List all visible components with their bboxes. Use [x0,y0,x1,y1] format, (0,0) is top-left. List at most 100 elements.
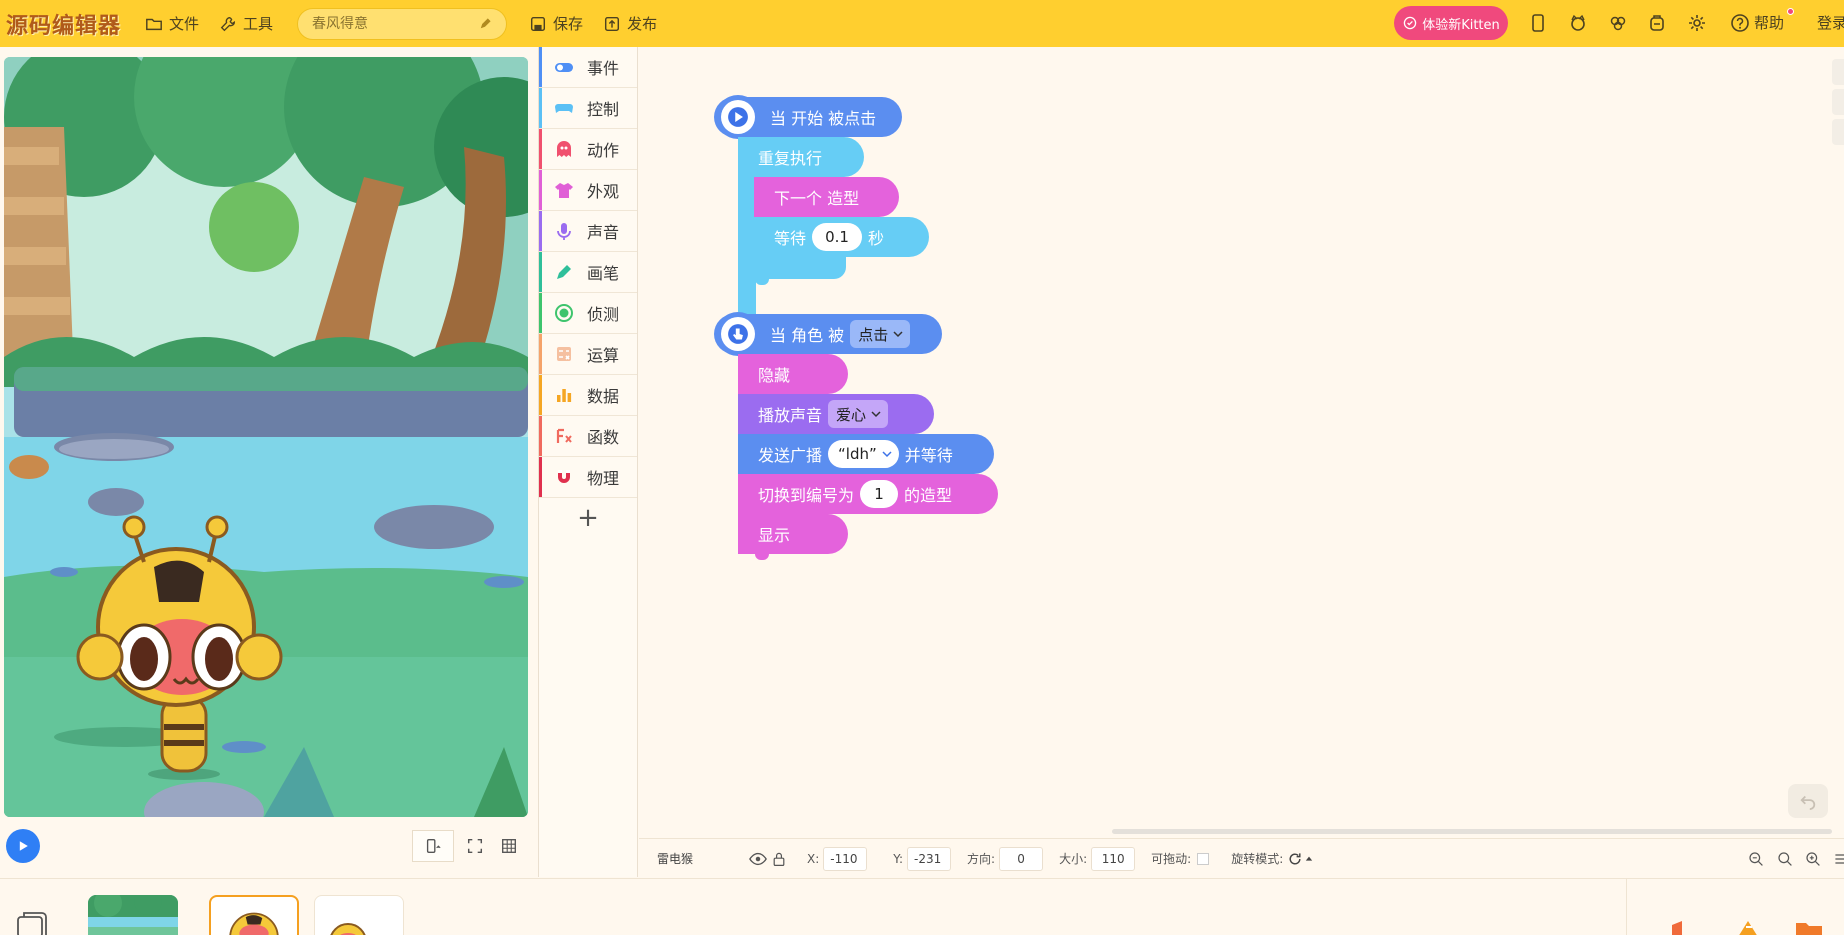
monkey-thumbnail-image [229,912,279,935]
play-sound-block[interactable]: 播放声音 爱心 [738,394,934,434]
x-position-input[interactable]: -110 [823,846,868,871]
category-functions[interactable]: 函数 [539,416,637,457]
shirt-icon [553,179,575,201]
grid-icon [502,839,516,853]
lock-icon[interactable] [771,851,787,867]
rotation-mode-dropdown[interactable] [1287,851,1313,867]
publish-label: 发布 [627,15,658,33]
add-extension-button[interactable]: + [539,498,637,538]
undo-button[interactable] [1788,784,1828,818]
workspace-horizontal-scrollbar[interactable] [1112,829,1832,834]
sound-dropdown[interactable]: 爱心 [828,400,889,428]
category-physics[interactable]: 物理 [539,457,637,498]
publish-button[interactable]: 发布 [603,13,657,34]
tools-menu[interactable]: 工具 [219,13,273,34]
side-tab[interactable] [1832,89,1844,115]
show-block[interactable]: 显示 [738,514,848,554]
stage-library-icon[interactable] [14,909,54,935]
zoom-in-icon[interactable] [1801,847,1825,871]
when-sprite-clicked-block[interactable]: 当 角色 被 点击 [714,312,942,356]
wait-seconds-input[interactable]: 0.1 [812,223,863,251]
category-color-bar [539,170,542,210]
visibility-eye-icon[interactable] [749,850,767,868]
category-label: 事件 [587,59,620,78]
save-button[interactable]: 保存 [529,13,583,34]
side-tab[interactable] [1832,59,1844,85]
category-pen[interactable]: 画笔 [539,252,637,293]
category-looks[interactable]: 外观 [539,170,637,211]
when-start-clicked-block[interactable]: 当 开始 被点击 [714,95,902,139]
project-name-field[interactable] [297,7,508,40]
y-position-input[interactable]: -231 [907,846,952,871]
function-icon [553,425,575,447]
category-color-bar [539,457,542,497]
zoom-out-icon[interactable] [1744,847,1768,871]
category-motion[interactable]: 动作 [539,129,637,170]
category-sound[interactable]: 声音 [539,211,637,252]
stage-canvas[interactable] [4,57,528,817]
wait-seconds-block[interactable]: 等待 0.1 秒 [754,217,929,257]
sprite-thumbnail-selected[interactable] [209,895,299,935]
category-color-bar [539,375,542,415]
try-new-kitten-button[interactable]: 体验新Kitten [1394,6,1508,40]
category-data[interactable]: 数据 [539,375,637,416]
click-event-dropdown[interactable]: 点击 [850,320,911,348]
switch-costume-block[interactable]: 切换到编号为 1 的造型 [738,474,998,514]
hat-icon-ring [716,95,760,139]
save-icon [531,16,546,31]
direction-input[interactable]: 0 [999,846,1044,871]
fullscreen-button[interactable] [458,830,492,862]
costume-index-input[interactable]: 1 [860,480,899,508]
fullscreen-icon [467,838,483,854]
grid-toggle-button[interactable] [492,830,526,862]
paint-icon[interactable] [1734,917,1764,935]
project-name-input[interactable] [312,15,463,32]
cat-face-icon[interactable] [1566,11,1590,35]
x-label: X: [807,851,820,866]
next-costume-block[interactable]: 下一个 造型 [754,177,899,217]
category-operators[interactable]: 运算 [539,334,637,375]
block-text: 当 角色 被 [770,326,845,345]
rotate-icon [1289,852,1301,864]
category-control[interactable]: 控制 [539,88,637,129]
zoom-reset-icon[interactable] [1773,847,1797,871]
code-workspace[interactable]: 当 开始 被点击 重复执行 下一个 造型 等待 0.1 秒 当 角色 被 点击 … [639,47,1844,837]
sprite-name-field[interactable]: 雷电猴 [651,847,751,871]
community-icon[interactable] [1606,11,1630,35]
tools-menu-label: 工具 [243,15,274,33]
side-tab[interactable] [1832,119,1844,145]
add-sprite-icon[interactable] [1668,919,1698,935]
category-events[interactable]: 事件 [539,47,637,88]
menu-icon[interactable] [1829,847,1844,871]
hide-block[interactable]: 隐藏 [738,354,848,394]
run-button[interactable] [6,829,40,863]
block-text: 发送广播 [758,446,823,465]
category-color-bar [539,129,542,169]
app-logo[interactable]: 源码编辑器 [6,8,121,40]
broadcast-message-dropdown[interactable]: “ldh” [828,440,899,468]
repeat-forever-block[interactable]: 重复执行 [738,137,864,177]
broadcast-and-wait-block[interactable]: 发送广播 “ldh” 并等待 [738,434,994,474]
backpack-icon[interactable] [1645,11,1669,35]
background-thumbnail[interactable] [88,895,178,935]
draggable-checkbox[interactable] [1197,852,1210,865]
login-button[interactable]: 登录 [1817,12,1844,33]
chevron-down-icon [882,451,892,458]
y-label: Y: [893,851,904,866]
size-input[interactable]: 110 [1091,846,1136,871]
wrench-icon [220,16,236,31]
phone-icon[interactable] [1526,11,1550,35]
block-notch [755,277,769,285]
block-text: 显示 [758,526,791,545]
category-sensing[interactable]: 侦测 [539,293,637,334]
settings-icon[interactable] [1685,11,1709,35]
category-color-bar [539,416,542,456]
folder-icon[interactable] [1794,919,1824,935]
block-category-sidebar: 事件 控制 动作 外观 声音 画笔 侦测 运算 数据 函数 物理 + [538,47,638,877]
sprite-thumbnail[interactable] [314,895,404,935]
device-mode-button[interactable] [412,830,454,862]
file-menu[interactable]: 文件 [145,13,199,34]
help-button[interactable]: 帮助 [1730,8,1795,33]
category-color-bar [539,211,542,251]
category-color-bar [539,252,542,292]
